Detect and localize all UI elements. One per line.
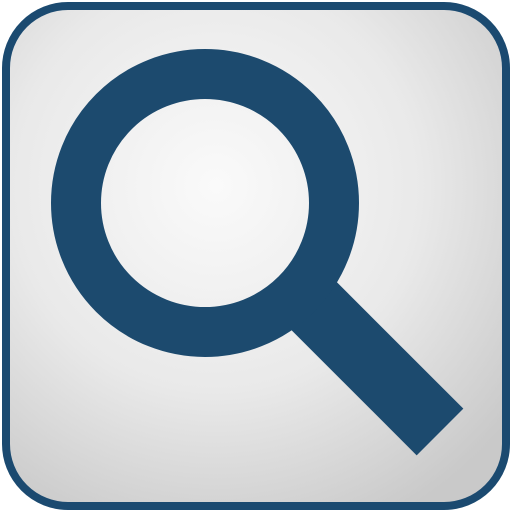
search-icon xyxy=(2,2,510,510)
search-app-icon[interactable] xyxy=(0,0,512,512)
